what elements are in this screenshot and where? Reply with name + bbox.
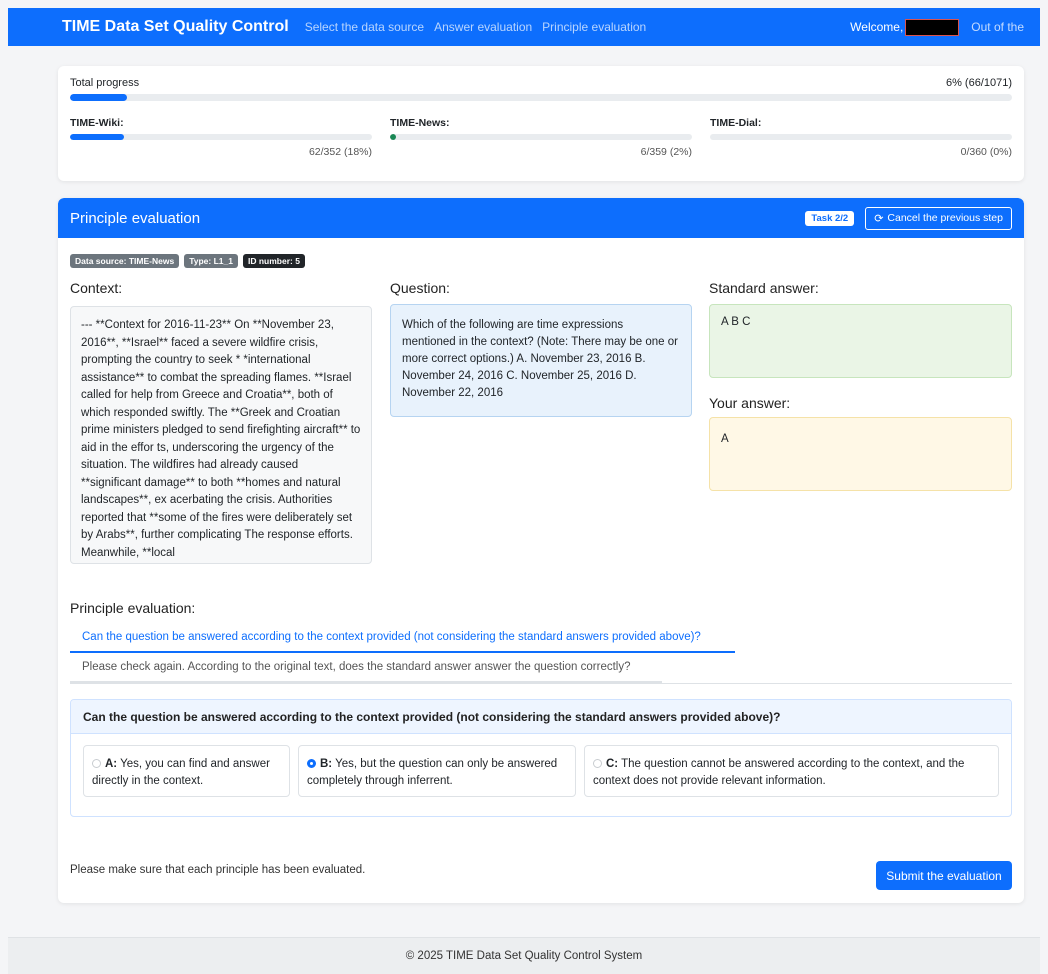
option-c[interactable]: C: The question cannot be answered accor… [584, 745, 999, 797]
subset-news-title: TIME-News: [390, 117, 450, 129]
welcome-text: Welcome, [850, 20, 904, 34]
option-b[interactable]: B: Yes, but the question can only be ans… [298, 745, 576, 797]
brand-title[interactable]: TIME Data Set Quality Control [62, 18, 289, 36]
option-c-text: The question cannot be answered accordin… [593, 758, 965, 787]
evaluation-card: Principle evaluation Task 2/2 ⟳ Cancel t… [58, 198, 1024, 903]
progress-card: Total progress 6% (66/1071) TIME-Wiki: 6… [58, 66, 1024, 181]
total-progress-label: Total progress [70, 77, 140, 89]
principle-question-panel: Can the question be answered according t… [70, 699, 1012, 817]
item-tags: Data source: TIME-News Type: L1_1 ID num… [70, 254, 305, 268]
subset-news-count: 6/359 (2%) [640, 146, 692, 158]
total-progress-bar [70, 94, 1012, 101]
cancel-previous-step-button[interactable]: ⟳ Cancel the previous step [865, 206, 1012, 230]
option-a-text: Yes, you can find and answer directly in… [92, 758, 270, 787]
question-text-box: Which of the following are time expressi… [390, 304, 692, 417]
option-a-letter: A: [105, 758, 118, 770]
subset-dial-count: 0/360 (0%) [960, 146, 1012, 158]
option-b-text: Yes, but the question can only be answer… [307, 758, 558, 787]
your-answer-box: A [709, 417, 1012, 491]
tab-divider [70, 683, 1012, 684]
subset-wiki-fill [70, 134, 125, 140]
total-progress-text: 6% (66/1071) [945, 77, 1012, 89]
evaluation-title: Principle evaluation [70, 209, 201, 227]
question-label: Question: [390, 280, 450, 296]
subset-wiki-title: TIME-Wiki: [70, 117, 124, 129]
undo-icon: ⟳ [874, 212, 884, 225]
option-c-radio[interactable] [593, 759, 602, 768]
subset-dial-title: TIME-Dial: [710, 117, 762, 129]
page-footer: © 2025 TIME Data Set Quality Control Sys… [8, 937, 1040, 974]
option-a[interactable]: A: Yes, you can find and answer directly… [83, 745, 290, 797]
option-b-letter: B: [320, 758, 333, 770]
redacted-username [905, 18, 960, 36]
subset-wiki: TIME-Wiki: 62/352 (18%) [70, 117, 372, 158]
subset-wiki-count: 62/352 (18%) [308, 146, 372, 158]
type-tag: Type: L1_1 [184, 254, 238, 268]
evaluation-header: Principle evaluation Task 2/2 ⟳ Cancel t… [58, 198, 1024, 238]
nav-link-principle-evaluation[interactable]: Principle evaluation [542, 20, 646, 34]
subset-news: TIME-News: 6/359 (2%) [390, 117, 692, 158]
submit-evaluation-button[interactable]: Submit the evaluation [876, 861, 1012, 890]
subset-dial: TIME-Dial: 0/360 (0%) [710, 117, 1012, 158]
total-progress-row: Total progress 6% (66/1071) [70, 77, 1012, 89]
subset-wiki-bar [70, 134, 372, 140]
standard-answer-label: Standard answer: [709, 280, 819, 296]
option-c-letter: C: [606, 758, 619, 770]
nav-user-area: Welcome, Out of the [850, 18, 1024, 36]
task-badge: Task 2/2 [805, 210, 855, 226]
nav-link-select-source[interactable]: Select the data source [305, 20, 424, 34]
nav-link-answer-evaluation[interactable]: Answer evaluation [434, 20, 532, 34]
subset-dial-bar [710, 134, 1012, 140]
cancel-button-label: Cancel the previous step [887, 212, 1003, 224]
logout-link[interactable]: Out of the [971, 20, 1024, 34]
subset-news-bar [390, 134, 692, 140]
tab-principle-2[interactable]: Please check again. According to the ori… [70, 657, 662, 683]
standard-answer-box: A B C [709, 304, 1012, 378]
id-number-tag: ID number: 5 [242, 254, 305, 268]
your-answer-label: Your answer: [709, 395, 791, 411]
evaluation-note: Please make sure that each principle has… [70, 864, 366, 876]
context-label: Context: [70, 280, 123, 296]
total-progress-fill [70, 94, 127, 101]
subset-news-fill [390, 134, 397, 140]
data-source-tag: Data source: TIME-News [70, 254, 180, 268]
option-b-radio[interactable] [307, 759, 316, 768]
principle-question-title: Can the question be answered according t… [71, 700, 1011, 734]
top-navbar: TIME Data Set Quality Control Select the… [8, 8, 1040, 46]
principle-evaluation-label: Principle evaluation: [70, 600, 196, 616]
option-a-radio[interactable] [92, 759, 101, 768]
context-text-box[interactable]: --- **Context for 2016-11-23** On **Nove… [70, 306, 372, 564]
subset-progress-grid: TIME-Wiki: 62/352 (18%) TIME-News: 6/359… [70, 117, 1012, 158]
tab-principle-1[interactable]: Can the question be answered according t… [70, 627, 735, 653]
